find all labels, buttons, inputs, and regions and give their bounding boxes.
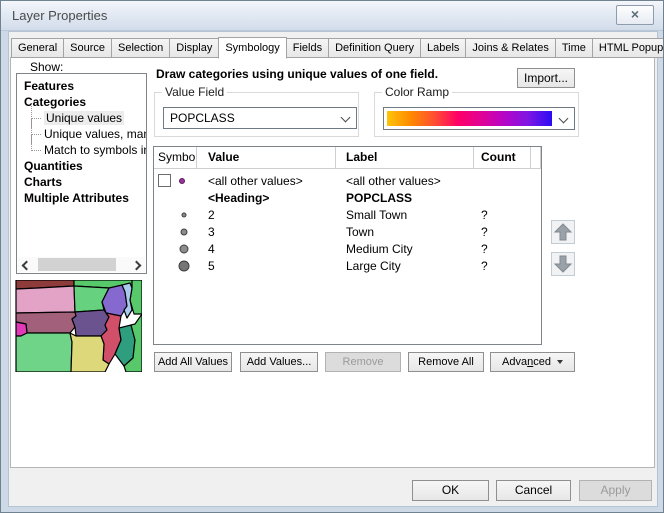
layer-preview-map (14, 280, 142, 372)
row-label: Medium City (336, 242, 474, 256)
show-label: Show: (30, 60, 63, 74)
remove-button: Remove (325, 352, 401, 372)
tree-horizontal-scrollbar[interactable] (18, 257, 145, 272)
row-count: ? (474, 225, 531, 239)
table-row-value-3[interactable]: 3 Town ? (154, 223, 541, 240)
tree-item-multiple-attributes[interactable]: Multiple Attributes (17, 190, 146, 206)
chevron-down-icon (341, 113, 351, 123)
move-down-button[interactable] (551, 252, 575, 276)
tab-bar: General Source Selection Display Symbolo… (12, 37, 664, 58)
color-ramp-swatch (387, 111, 552, 126)
move-up-button[interactable] (551, 220, 575, 244)
row-count: ? (474, 259, 531, 273)
tab-labels[interactable]: Labels (420, 38, 466, 58)
advanced-label-end: ced (533, 356, 551, 368)
row-value: 4 (197, 242, 336, 256)
column-header-spacer (531, 147, 541, 168)
arrow-up-icon (552, 221, 574, 243)
row-label: POPCLASS (336, 191, 474, 205)
tab-general[interactable]: General (11, 38, 64, 58)
row-label: Town (336, 225, 474, 239)
unique-values-table: Symbol Value Label Count <all other valu… (153, 146, 542, 345)
row-label: Small Town (336, 208, 474, 222)
tree-item-charts[interactable]: Charts (17, 174, 146, 190)
arrow-down-icon (552, 253, 574, 275)
row-value: <all other values> (197, 174, 336, 188)
symbol-dot-icon (179, 178, 185, 184)
color-ramp-group: Color Ramp (374, 92, 579, 137)
column-header-count[interactable]: Count (474, 147, 531, 168)
tab-display[interactable]: Display (169, 38, 219, 58)
add-all-values-button[interactable]: Add All Values (154, 352, 232, 372)
row-value: 3 (197, 225, 336, 239)
scroll-left-icon[interactable] (18, 257, 33, 272)
table-row-value-4[interactable]: 4 Medium City ? (154, 240, 541, 257)
column-header-label[interactable]: Label (336, 147, 474, 168)
cancel-button[interactable]: Cancel (496, 480, 571, 501)
table-row-all-other-values[interactable]: <all other values> <all other values> (154, 172, 541, 189)
tab-time[interactable]: Time (555, 38, 593, 58)
method-description: Draw categories using unique values of o… (156, 67, 438, 81)
row-value: <Heading> (197, 191, 336, 205)
scroll-right-icon[interactable] (130, 257, 145, 272)
advanced-button[interactable]: Advanced (490, 352, 575, 372)
window-title: Layer Properties (12, 8, 107, 23)
row-value: 2 (197, 208, 336, 222)
symbol-dot-icon[interactable] (179, 260, 190, 271)
tree-item-quantities[interactable]: Quantities (17, 158, 146, 174)
selected-tree-label: Unique values (44, 111, 124, 125)
close-button[interactable]: × (616, 5, 654, 25)
row-count: ? (474, 208, 531, 222)
advanced-label: Adva (502, 356, 527, 368)
dropdown-arrow-icon (557, 360, 563, 364)
tab-source[interactable]: Source (63, 38, 112, 58)
tab-joins-relates[interactable]: Joins & Relates (465, 38, 555, 58)
import-button[interactable]: Import... (517, 68, 575, 88)
color-ramp-combobox[interactable] (383, 107, 575, 130)
tab-definition-query[interactable]: Definition Query (328, 38, 421, 58)
table-row-heading[interactable]: <Heading> POPCLASS (154, 189, 541, 206)
symbology-tab-page: Show: Features Categories Unique values … (10, 57, 655, 468)
value-field-combobox[interactable]: POPCLASS (163, 107, 357, 129)
value-field-label: Value Field (162, 85, 227, 99)
table-header: Symbol Value Label Count (154, 147, 541, 169)
tab-html-popup[interactable]: HTML Popup (592, 38, 664, 58)
scrollbar-thumb[interactable] (38, 258, 116, 271)
symbol-dot-icon[interactable] (181, 228, 188, 235)
row-label: Large City (336, 259, 474, 273)
symbology-method-tree: Features Categories Unique values Unique… (16, 73, 147, 274)
value-field-selected: POPCLASS (170, 111, 235, 125)
column-header-symbol[interactable]: Symbol (154, 147, 197, 168)
row-value: 5 (197, 259, 336, 273)
symbol-dot-icon[interactable] (180, 244, 189, 253)
tab-selection[interactable]: Selection (111, 38, 170, 58)
title-bar: Layer Properties × (1, 1, 663, 31)
apply-button: Apply (579, 480, 652, 501)
color-ramp-label: Color Ramp (382, 85, 452, 99)
tree-item-match-symbols[interactable]: Match to symbols in a (17, 142, 146, 158)
all-other-values-checkbox[interactable] (158, 174, 171, 187)
remove-all-button[interactable]: Remove All (408, 352, 484, 372)
row-count: ? (474, 242, 531, 256)
column-header-value[interactable]: Value (197, 147, 336, 168)
layer-properties-dialog: Layer Properties × General Source Select… (0, 0, 664, 513)
value-field-group: Value Field POPCLASS (154, 92, 359, 137)
row-label: <all other values> (336, 174, 474, 188)
ok-button[interactable]: OK (412, 480, 489, 501)
tree-item-features[interactable]: Features (17, 78, 146, 94)
symbol-dot-icon[interactable] (182, 212, 187, 217)
table-row-value-2[interactable]: 2 Small Town ? (154, 206, 541, 223)
table-row-value-5[interactable]: 5 Large City ? (154, 257, 541, 274)
tab-fields[interactable]: Fields (286, 38, 329, 58)
add-values-button[interactable]: Add Values... (240, 352, 318, 372)
chevron-down-icon (559, 114, 569, 124)
tab-symbology[interactable]: Symbology (218, 37, 286, 59)
